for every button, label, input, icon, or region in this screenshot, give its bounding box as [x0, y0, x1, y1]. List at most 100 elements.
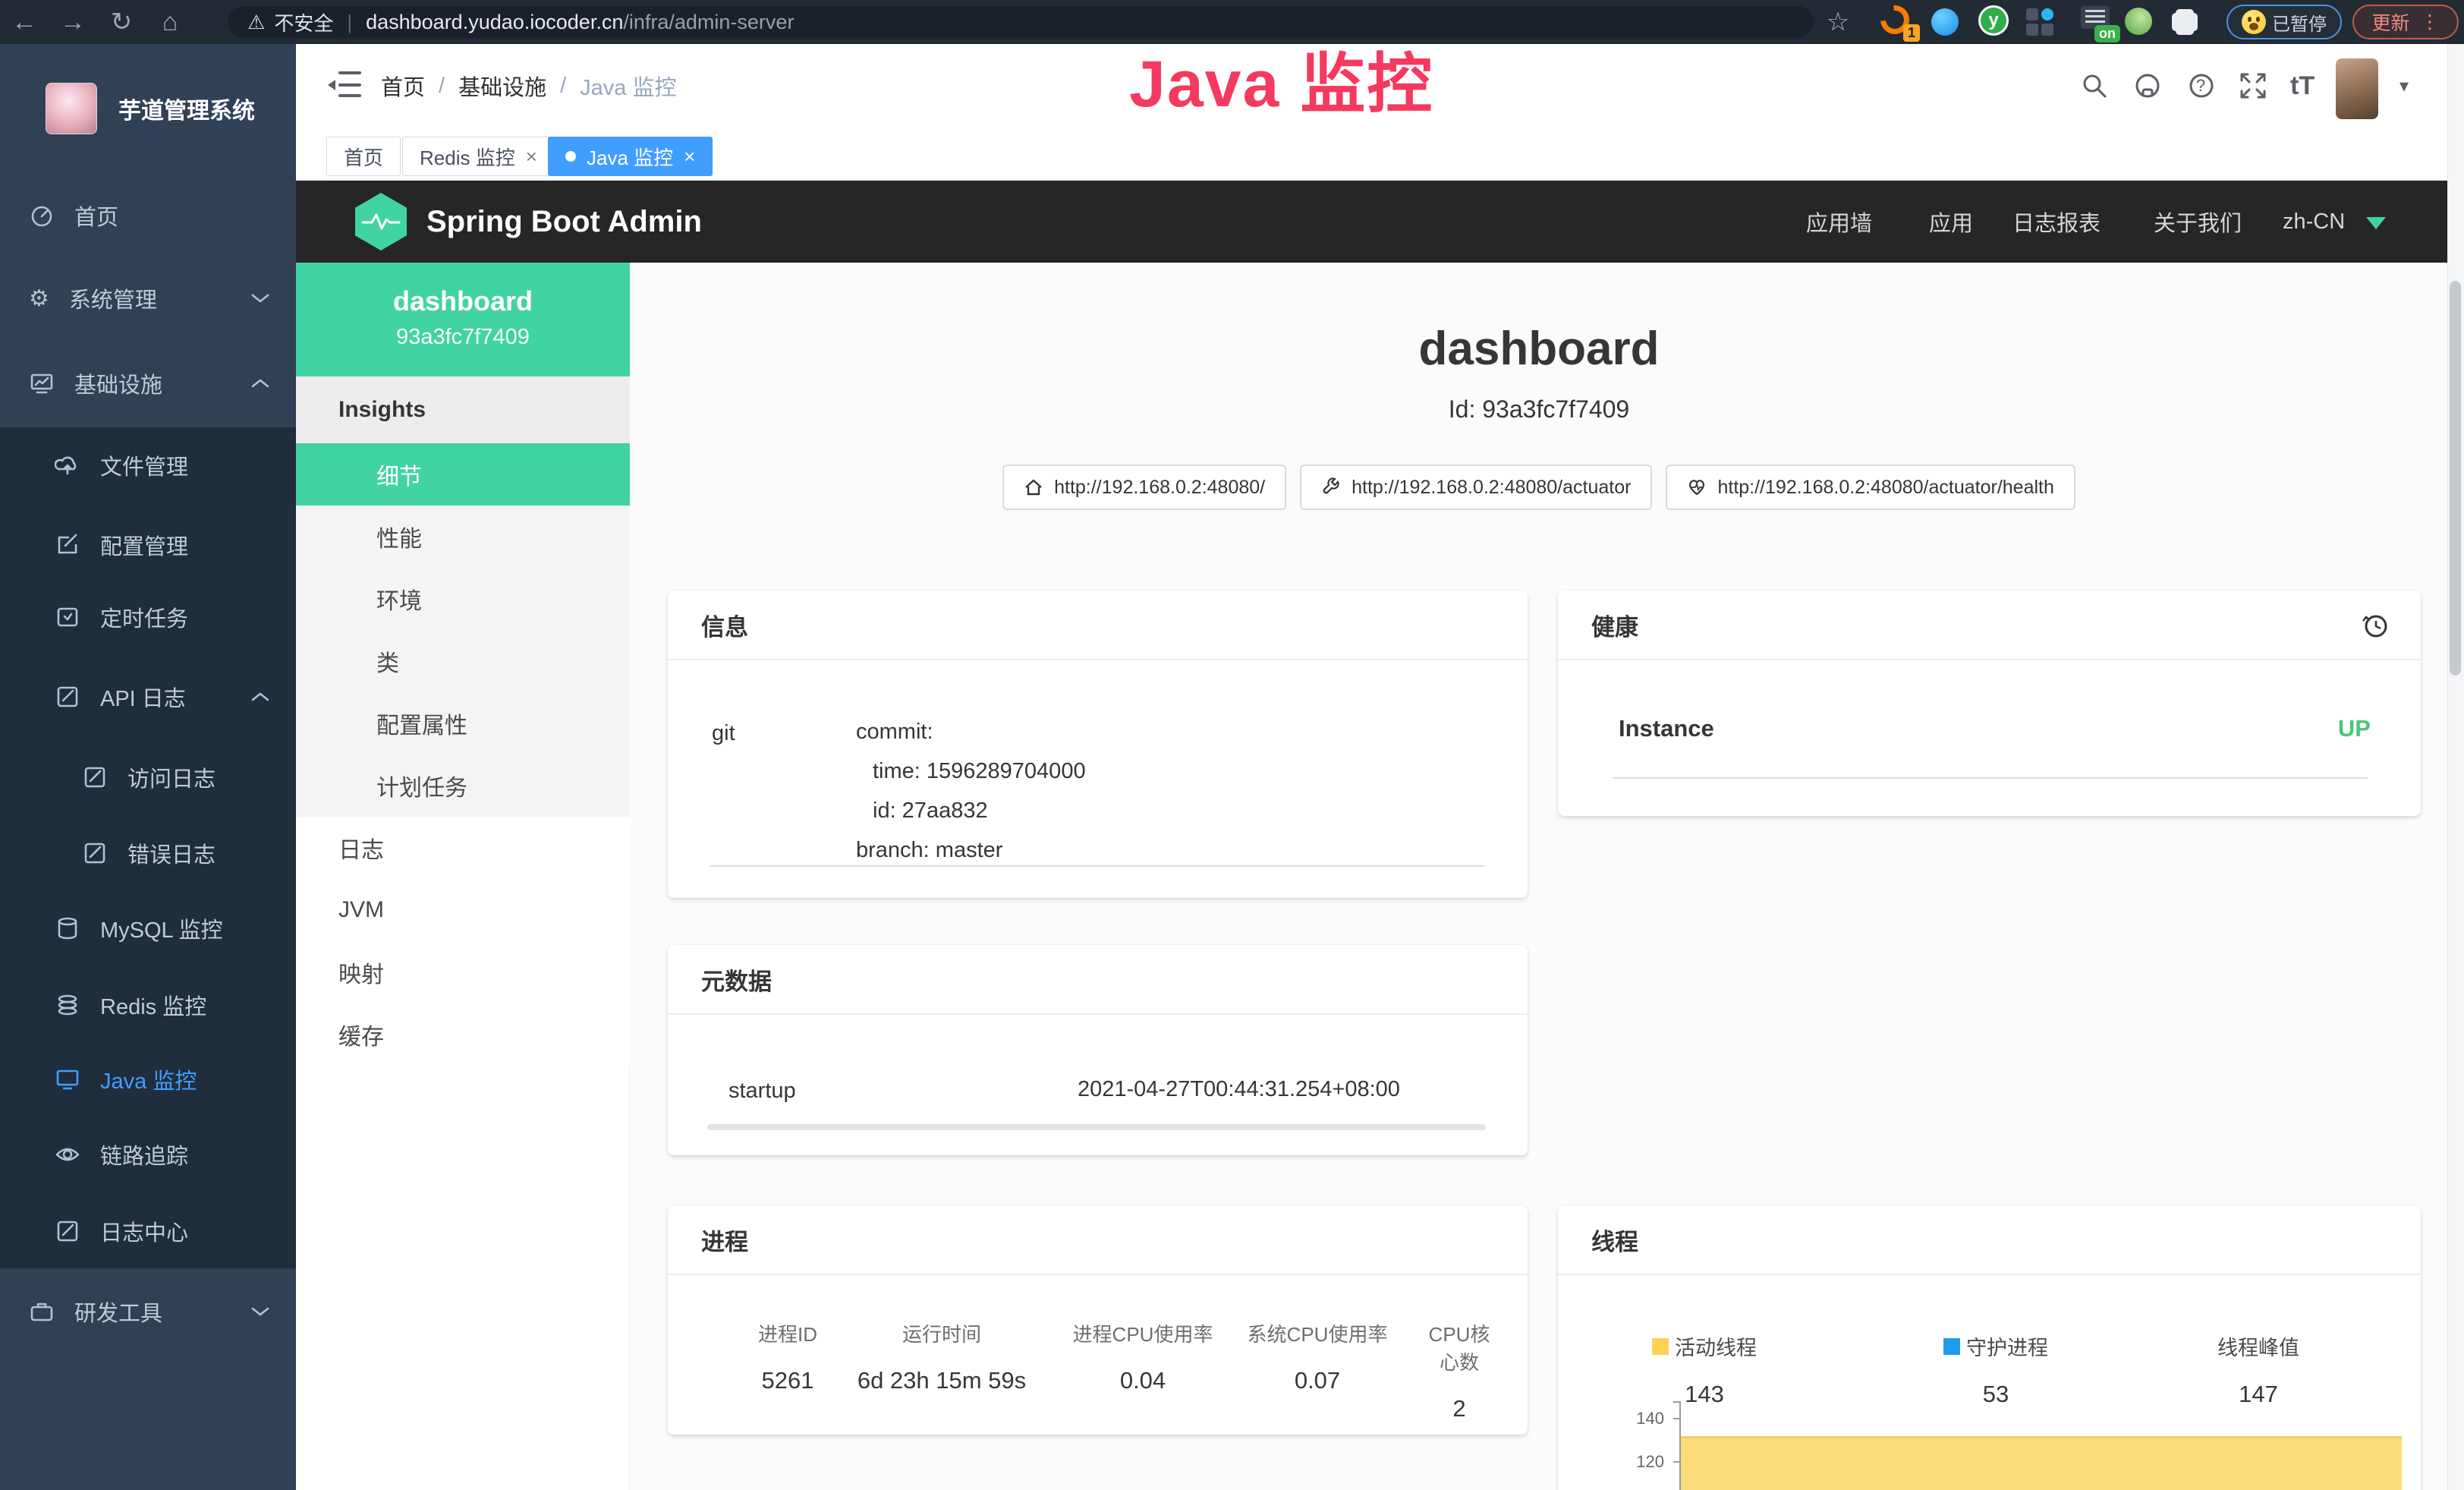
bookmark-star-icon[interactable]: ☆ — [1814, 7, 1862, 37]
briefcase-icon — [29, 1299, 55, 1325]
sba-nav-applications[interactable]: 应用 — [1929, 181, 1973, 263]
sba-item-jvm[interactable]: JVM — [296, 879, 630, 941]
monitor-icon — [29, 370, 55, 396]
sidebar-item-redis[interactable]: Redis 监控 — [0, 971, 296, 1039]
sba-item-tasks[interactable]: 计划任务 — [296, 754, 630, 817]
sba-logo-icon[interactable] — [355, 193, 407, 250]
sidebar-collapse-icon[interactable] — [328, 71, 361, 100]
extension-leaf-icon[interactable] — [2125, 8, 2158, 41]
close-icon[interactable]: × — [684, 145, 695, 169]
service-url-button[interactable]: http://192.168.0.2:48080/ — [1002, 465, 1286, 510]
eye-icon — [55, 1142, 80, 1167]
sba-item-classes[interactable]: 类 — [296, 630, 630, 692]
schedule-icon — [55, 604, 80, 630]
sidebar-item-infra[interactable]: 基础设施 — [0, 349, 296, 417]
app-sidebar: 芋道管理系统 首页 ⚙ 系统管理 基础设施 文件管理 配置管理 定时任务 — [0, 44, 296, 1490]
sba-locale-select[interactable]: zh-CN — [2283, 181, 2345, 263]
metadata-key: startup — [729, 1079, 796, 1104]
help-icon[interactable]: ? — [2187, 44, 2216, 128]
sidebar-item-file[interactable]: 文件管理 — [0, 431, 296, 499]
url-path: /infra/admin-server — [623, 11, 794, 34]
card-health-title: 健康 — [1558, 591, 2421, 660]
sba-nav-journal[interactable]: 日志报表 — [2012, 181, 2101, 263]
sidebar-item-api-log[interactable]: API 日志 — [0, 663, 296, 731]
extension-orange-icon[interactable]: 1 — [1880, 5, 1914, 39]
history-icon[interactable] — [2360, 610, 2390, 641]
app-logo-image — [46, 83, 97, 134]
user-menu-caret-icon[interactable]: ▾ — [2399, 44, 2409, 128]
text-size-icon[interactable]: tT — [2290, 44, 2315, 128]
extensions-puzzle-icon[interactable] — [2172, 9, 2205, 43]
sba-nav-wall[interactable]: 应用墙 — [1806, 181, 1872, 263]
sidebar-item-job[interactable]: 定时任务 — [0, 583, 296, 651]
sba-brand[interactable]: Spring Boot Admin — [426, 181, 702, 263]
sidebar-item-trace[interactable]: 链路追踪 — [0, 1120, 296, 1189]
gear-icon: ⚙ — [29, 285, 49, 312]
process-cpu: 进程CPU使用率0.04 — [1073, 1319, 1213, 1394]
sidebar-item-error-log[interactable]: 错误日志 — [0, 819, 296, 887]
sba-app-block[interactable]: dashboard 93a3fc7f7409 — [296, 263, 630, 376]
page-scrollbar[interactable] — [2447, 44, 2464, 1490]
sidebar-item-config[interactable]: 配置管理 — [0, 511, 296, 579]
sba-item-caches[interactable]: 缓存 — [296, 1003, 630, 1066]
sba-item-env[interactable]: 环境 — [296, 568, 630, 630]
extension-green-y-icon[interactable]: y — [1978, 5, 2012, 39]
extension-grid-icon[interactable] — [2026, 8, 2060, 42]
breadcrumb-infra[interactable]: 基础设施 — [458, 70, 546, 102]
breadcrumb-home[interactable]: 首页 — [381, 70, 425, 102]
legend-yellow-swatch — [1652, 1338, 1669, 1355]
browser-forward-icon[interactable]: → — [49, 8, 97, 37]
security-label[interactable]: 不安全 — [274, 8, 333, 36]
sba-nav-about[interactable]: 关于我们 — [2154, 181, 2242, 263]
browser-reload-icon[interactable]: ↻ — [97, 7, 146, 37]
edit-icon — [55, 532, 80, 558]
browser-menu-icon[interactable]: ⋮ — [2421, 11, 2440, 33]
cloud-upload-icon — [55, 452, 80, 478]
instance-id: Id: 93a3fc7f7409 — [631, 395, 2447, 424]
sba-item-details[interactable]: 细节 — [296, 443, 630, 506]
browser-update-button[interactable]: 更新 ⋮ — [2352, 5, 2459, 39]
log-edit-icon — [82, 840, 108, 866]
browser-back-icon[interactable]: ← — [0, 8, 49, 37]
ytick-140: 140 — [1611, 1409, 1664, 1429]
tab-java-monitor[interactable]: Java 监控 × — [548, 137, 713, 176]
insecure-warning-icon: ⚠ — [247, 11, 265, 34]
profile-paused-chip[interactable]: 已暂停 — [2226, 5, 2342, 39]
sidebar-item-java-monitor[interactable]: Java 监控 — [0, 1045, 296, 1114]
scrollbar-thumb[interactable] — [2450, 281, 2461, 676]
log-edit-icon — [82, 764, 108, 790]
divider — [710, 865, 1484, 867]
sba-app-name: dashboard — [296, 285, 630, 317]
update-label: 更新 — [2371, 8, 2409, 36]
sidebar-item-dev-tools[interactable]: 研发工具 — [0, 1277, 296, 1346]
tab-home[interactable]: 首页 — [326, 137, 401, 176]
dashboard-icon — [29, 203, 55, 228]
sba-item-metrics[interactable]: 性能 — [296, 506, 630, 568]
sba-item-mappings[interactable]: 映射 — [296, 941, 630, 1003]
sidebar-item-home[interactable]: 首页 — [0, 181, 296, 250]
tab-redis-monitor[interactable]: Redis 监控 × — [402, 137, 555, 176]
sba-item-props[interactable]: 配置属性 — [296, 692, 630, 754]
browser-home-icon[interactable]: ⌂ — [146, 8, 194, 37]
app-logo-row[interactable]: 芋道管理系统 — [0, 59, 296, 158]
sidebar-item-access-log[interactable]: 访问日志 — [0, 743, 296, 811]
user-avatar[interactable] — [2336, 58, 2378, 119]
actuator-url-button[interactable]: http://192.168.0.2:48080/actuator — [1300, 465, 1652, 510]
database-icon — [55, 915, 80, 941]
legend-blue-swatch — [1943, 1338, 1960, 1355]
sidebar-item-log-center[interactable]: 日志中心 — [0, 1197, 296, 1265]
sidebar-item-system[interactable]: ⚙ 系统管理 — [0, 264, 296, 332]
locale-caret-icon[interactable] — [2366, 217, 2386, 229]
divider: | — [347, 11, 352, 34]
extension-drop-icon[interactable] — [1931, 8, 1965, 42]
search-icon[interactable] — [2081, 44, 2108, 128]
address-bar[interactable]: ⚠ 不安全 | dashboard.yudao.iocoder.cn /infr… — [228, 6, 1814, 38]
health-url-button[interactable]: http://192.168.0.2:48080/actuator/health — [1666, 465, 2075, 510]
sidebar-item-mysql[interactable]: MySQL 监控 — [0, 894, 296, 962]
sba-app-id: 93a3fc7f7409 — [296, 325, 630, 350]
fullscreen-icon[interactable] — [2239, 44, 2267, 128]
sba-item-logs[interactable]: 日志 — [296, 817, 630, 879]
github-icon[interactable] — [2132, 44, 2163, 128]
extension-bars-icon[interactable]: on — [2081, 6, 2114, 39]
close-icon[interactable]: × — [526, 145, 537, 169]
